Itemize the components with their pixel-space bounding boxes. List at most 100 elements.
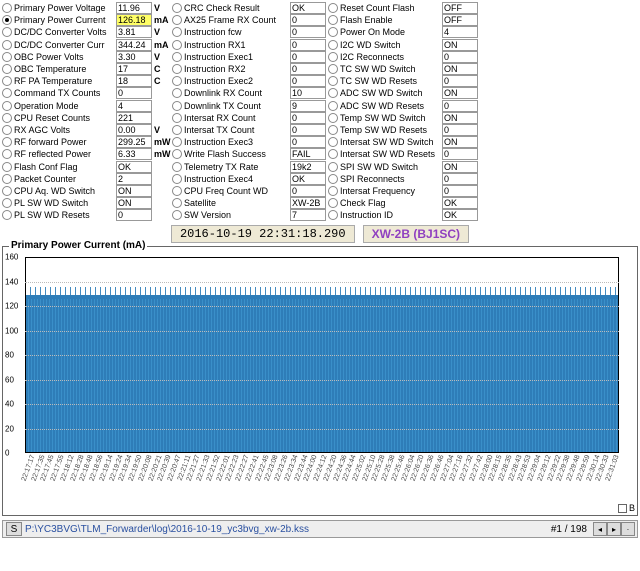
radio-icon[interactable] xyxy=(328,101,338,111)
param-row: Instruction Exec30 xyxy=(172,136,326,148)
param-value: OK xyxy=(442,197,478,209)
side-checkbox[interactable]: B xyxy=(618,503,635,513)
radio-icon[interactable] xyxy=(328,3,338,13)
radio-icon[interactable] xyxy=(172,64,182,74)
radio-icon[interactable] xyxy=(172,162,182,172)
checkbox-icon[interactable] xyxy=(618,504,627,513)
param-label: CRC Check Result xyxy=(184,3,290,13)
param-value: 0 xyxy=(290,14,326,26)
gridline xyxy=(25,355,619,356)
param-label: Flash Conf Flag xyxy=(14,162,116,172)
param-row: Instruction RX10 xyxy=(172,39,326,51)
param-unit: mW xyxy=(152,149,170,159)
radio-icon[interactable] xyxy=(328,64,338,74)
radio-icon[interactable] xyxy=(328,15,338,25)
param-row: Flash Conf FlagOK xyxy=(2,160,170,172)
radio-icon[interactable] xyxy=(172,125,182,135)
nav-more-button[interactable]: · xyxy=(621,522,635,536)
param-value: 0.00 xyxy=(116,124,152,136)
radio-icon[interactable] xyxy=(2,101,12,111)
y-tick: 60 xyxy=(5,375,14,384)
param-row: Intersat RX Count0 xyxy=(172,112,326,124)
s-button[interactable]: S xyxy=(6,522,22,536)
param-label: PL SW WD Switch xyxy=(14,198,116,208)
radio-icon[interactable] xyxy=(328,52,338,62)
radio-icon[interactable] xyxy=(172,40,182,50)
radio-icon[interactable] xyxy=(172,76,182,86)
radio-icon[interactable] xyxy=(172,101,182,111)
radio-icon[interactable] xyxy=(328,198,338,208)
nav-next-button[interactable]: ▸ xyxy=(607,522,621,536)
radio-icon[interactable] xyxy=(2,27,12,37)
param-value: 299.25 xyxy=(116,136,152,148)
radio-icon[interactable] xyxy=(2,52,12,62)
column-2: CRC Check ResultOKAX25 Frame RX Count0In… xyxy=(172,2,326,221)
radio-icon[interactable] xyxy=(172,3,182,13)
radio-icon[interactable] xyxy=(2,125,12,135)
radio-icon[interactable] xyxy=(328,174,338,184)
param-value: 0 xyxy=(442,51,478,63)
param-row: Primary Power Current126.18mA xyxy=(2,14,170,26)
file-path: P:\YC3BVG\TLM_Forwarder\log\2016-10-19_y… xyxy=(25,524,545,535)
param-label: TC SW WD Resets xyxy=(340,76,442,86)
radio-icon[interactable] xyxy=(172,52,182,62)
radio-icon[interactable] xyxy=(328,137,338,147)
radio-icon[interactable] xyxy=(2,40,12,50)
param-row: Flash EnableOFF xyxy=(328,14,478,26)
radio-icon[interactable] xyxy=(328,210,338,220)
side-checkbox-label: B xyxy=(629,503,635,513)
radio-icon[interactable] xyxy=(328,76,338,86)
radio-icon[interactable] xyxy=(172,186,182,196)
param-value: 7 xyxy=(290,209,326,221)
radio-icon[interactable] xyxy=(172,15,182,25)
radio-icon[interactable] xyxy=(2,3,12,13)
param-row: Instruction IDOK xyxy=(328,209,478,221)
radio-icon[interactable] xyxy=(328,149,338,159)
radio-icon[interactable] xyxy=(172,113,182,123)
param-label: Instruction ID xyxy=(340,210,442,220)
radio-icon[interactable] xyxy=(2,162,12,172)
gridline xyxy=(25,429,619,430)
param-row: Instruction fcw0 xyxy=(172,26,326,38)
param-value: 0 xyxy=(442,75,478,87)
radio-icon[interactable] xyxy=(172,174,182,184)
radio-icon[interactable] xyxy=(172,210,182,220)
radio-icon[interactable] xyxy=(328,162,338,172)
radio-icon[interactable] xyxy=(172,27,182,37)
param-unit: mA xyxy=(152,15,170,25)
param-unit: V xyxy=(152,27,170,37)
radio-icon[interactable] xyxy=(172,198,182,208)
radio-icon[interactable] xyxy=(2,198,12,208)
radio-icon[interactable] xyxy=(328,88,338,98)
radio-icon[interactable] xyxy=(2,64,12,74)
param-row: Check FlagOK xyxy=(328,197,478,209)
param-value: 0 xyxy=(290,75,326,87)
nav-prev-button[interactable]: ◂ xyxy=(593,522,607,536)
param-row: Intersat Frequency0 xyxy=(328,185,478,197)
radio-icon[interactable] xyxy=(2,149,12,159)
radio-icon[interactable] xyxy=(2,174,12,184)
param-label: Instruction RX1 xyxy=(184,40,290,50)
param-label: TC SW WD Switch xyxy=(340,64,442,74)
param-unit: C xyxy=(152,76,170,86)
param-label: Instruction fcw xyxy=(184,27,290,37)
param-value: 0 xyxy=(290,124,326,136)
radio-icon[interactable] xyxy=(2,15,12,25)
radio-icon[interactable] xyxy=(2,76,12,86)
radio-icon[interactable] xyxy=(328,186,338,196)
radio-icon[interactable] xyxy=(328,125,338,135)
radio-icon[interactable] xyxy=(328,113,338,123)
radio-icon[interactable] xyxy=(328,27,338,37)
param-row: Temp SW WD SwitchON xyxy=(328,112,478,124)
radio-icon[interactable] xyxy=(172,149,182,159)
radio-icon[interactable] xyxy=(328,40,338,50)
radio-icon[interactable] xyxy=(2,88,12,98)
radio-icon[interactable] xyxy=(2,210,12,220)
y-tick: 20 xyxy=(5,424,14,433)
radio-icon[interactable] xyxy=(2,137,12,147)
radio-icon[interactable] xyxy=(2,113,12,123)
radio-icon[interactable] xyxy=(172,88,182,98)
param-label: SW Version xyxy=(184,210,290,220)
radio-icon[interactable] xyxy=(2,186,12,196)
radio-icon[interactable] xyxy=(172,137,182,147)
